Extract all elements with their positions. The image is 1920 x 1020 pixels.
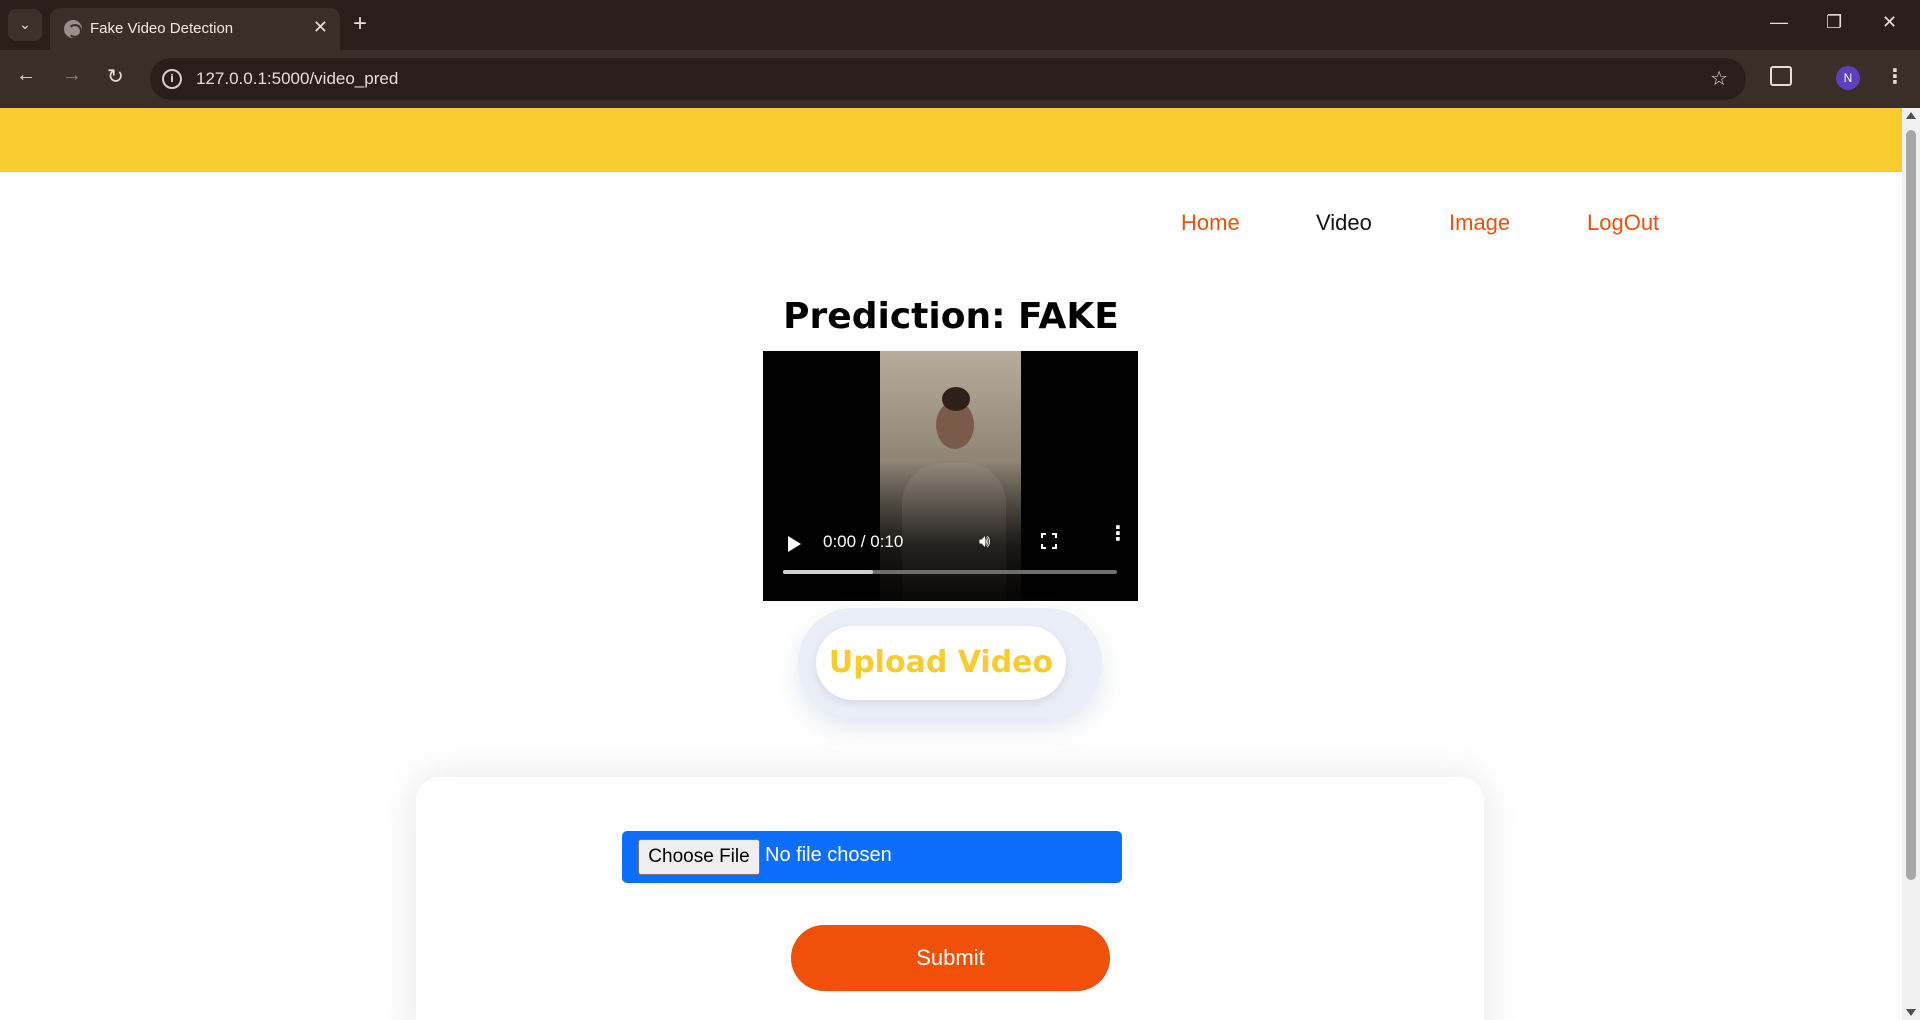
tab-title: Fake Video Detection xyxy=(90,20,234,37)
new-tab-icon[interactable]: + xyxy=(353,10,367,38)
volume-icon[interactable]: 🔊︎ xyxy=(979,531,990,552)
video-progress-bar[interactable] xyxy=(783,570,1117,574)
submit-button[interactable]: Submit xyxy=(791,925,1110,991)
play-icon[interactable] xyxy=(788,536,801,552)
upload-video-wrapper: Upload Video xyxy=(798,608,1102,718)
prediction-heading: Prediction: FAKE xyxy=(783,296,1119,337)
browser-tab-bar: ⌄ Fake Video Detection ✕ + — ❐ ✕ xyxy=(0,0,1920,50)
bookmark-star-icon[interactable]: ☆ xyxy=(1710,66,1728,90)
upload-video-button[interactable]: Upload Video xyxy=(816,626,1066,700)
scroll-down-icon[interactable] xyxy=(1906,1009,1916,1016)
tab-search-chevron-icon[interactable]: ⌄ xyxy=(8,9,42,41)
video-buffered-fill xyxy=(783,570,874,574)
file-input[interactable]: Choose File No file chosen xyxy=(622,831,1122,883)
back-arrow-icon[interactable]: ← xyxy=(16,64,36,87)
profile-avatar[interactable]: N xyxy=(1836,66,1860,90)
address-bar[interactable]: i 127.0.0.1:5000/video_pred ☆ xyxy=(150,58,1746,100)
site-info-icon[interactable]: i xyxy=(162,69,182,89)
restore-icon[interactable]: ❐ xyxy=(1826,12,1842,33)
globe-icon xyxy=(64,20,82,38)
forward-arrow-icon[interactable]: → xyxy=(62,64,82,87)
scrollbar-thumb[interactable] xyxy=(1906,130,1916,880)
fullscreen-icon[interactable] xyxy=(1040,532,1058,550)
file-status-text: No file chosen xyxy=(765,844,892,866)
upload-form-card: Choose File No file chosen Submit xyxy=(416,777,1484,1020)
window-close-icon[interactable]: ✕ xyxy=(1882,12,1897,33)
page-scrollbar[interactable] xyxy=(1902,108,1920,1020)
nav-home[interactable]: Home xyxy=(1181,210,1240,236)
tab-close-icon[interactable]: ✕ xyxy=(313,17,328,38)
nav-logout[interactable]: LogOut xyxy=(1587,210,1659,236)
scroll-up-icon[interactable] xyxy=(1906,112,1916,119)
video-player[interactable]: 0:00 / 0:10 🔊︎ ⋮ xyxy=(763,351,1138,601)
browser-toolbar: ← → ↻ i 127.0.0.1:5000/video_pred ☆ xyxy=(0,50,1920,108)
choose-file-button[interactable]: Choose File xyxy=(638,839,760,875)
reload-icon[interactable]: ↻ xyxy=(107,64,124,89)
minimize-icon[interactable]: — xyxy=(1770,12,1788,33)
video-time: 0:00 / 0:10 xyxy=(823,532,904,551)
browser-tab[interactable]: Fake Video Detection ✕ xyxy=(50,8,340,50)
browser-menu-icon[interactable]: ⋮ xyxy=(1885,64,1905,88)
video-subject-hair xyxy=(942,387,970,411)
extensions-puzzle-icon[interactable] xyxy=(1770,66,1792,86)
nav-video[interactable]: Video xyxy=(1316,210,1372,236)
url-text[interactable]: 127.0.0.1:5000/video_pred xyxy=(196,69,398,89)
nav-image[interactable]: Image xyxy=(1449,210,1510,236)
more-options-icon[interactable]: ⋮ xyxy=(1108,523,1128,543)
page-viewport: Home Video Image LogOut Prediction: FAKE… xyxy=(0,108,1902,1020)
header-band xyxy=(0,108,1902,172)
controls-gradient xyxy=(763,461,1138,601)
